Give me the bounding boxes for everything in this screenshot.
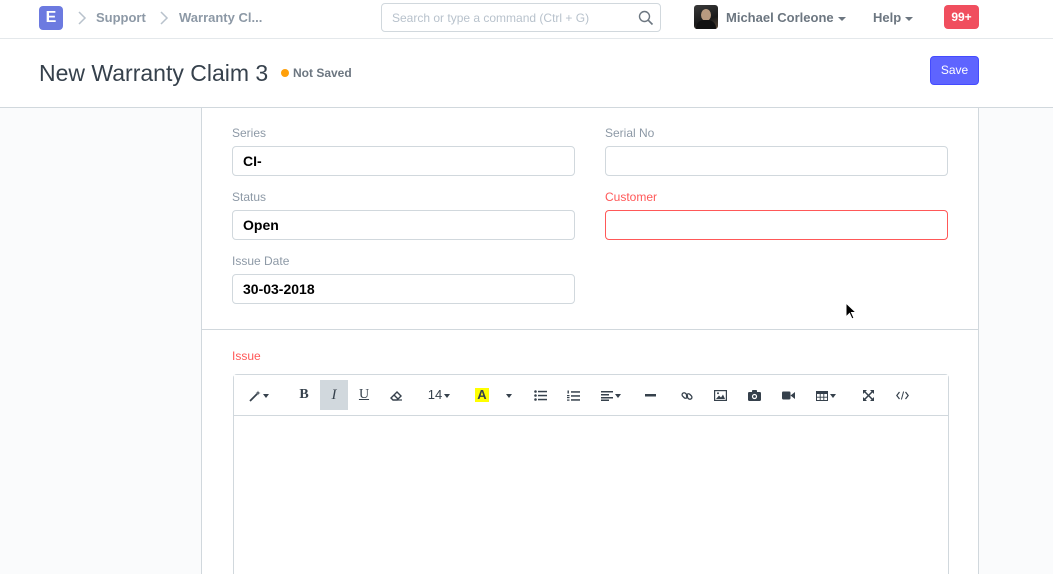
page-title: New Warranty Claim 3 (39, 60, 269, 86)
numbered-list-icon (566, 390, 580, 401)
bold-button[interactable]: B (290, 380, 318, 410)
caret-down-icon (830, 393, 836, 398)
save-button[interactable]: Save (930, 56, 979, 85)
page-head: New Warranty Claim 3 Not Saved Save (0, 39, 1053, 108)
series-field[interactable]: CI- (232, 146, 575, 176)
breadcrumb-support[interactable]: Support (96, 10, 146, 25)
user-name: Michael Corleone (726, 10, 834, 25)
caret-down-icon (905, 16, 914, 21)
search-icon[interactable] (638, 10, 654, 26)
magic-wand-icon (249, 390, 261, 402)
eraser-button[interactable] (382, 380, 410, 410)
video-camera-icon (781, 391, 795, 400)
editor-content-area[interactable] (234, 416, 948, 574)
status-select[interactable]: Open (232, 210, 575, 240)
font-size-button[interactable]: 14 (422, 380, 456, 410)
fullscreen-icon (862, 390, 874, 402)
help-menu[interactable]: Help (873, 10, 914, 25)
help-label: Help (873, 10, 902, 25)
status-label: Status (232, 190, 267, 204)
align-left-icon (601, 390, 613, 401)
image-button[interactable] (706, 380, 734, 410)
mouse-cursor-icon (845, 302, 857, 320)
section-divider (202, 329, 978, 330)
issue-date-field[interactable]: 30-03-2018 (232, 274, 575, 304)
customer-label: Customer (605, 190, 658, 204)
horizontal-rule-icon (644, 394, 656, 397)
table-icon (816, 390, 828, 401)
editor-toolbar: B I U 14 A (234, 375, 948, 416)
series-label: Series (232, 126, 267, 140)
italic-button[interactable]: I (320, 380, 348, 410)
issue-date-label: Issue Date (232, 254, 290, 268)
issue-editor[interactable]: B I U 14 A (233, 374, 949, 574)
serial-no-field[interactable] (605, 146, 948, 176)
text-color-button[interactable]: A (471, 380, 493, 410)
navbar: E Support Warranty Cl... Search or type … (0, 0, 1053, 39)
link-button[interactable] (673, 380, 701, 410)
underline-button[interactable]: U (350, 380, 378, 410)
chevron-right-icon (78, 11, 87, 25)
caret-down-icon (506, 393, 512, 398)
eraser-icon (389, 391, 402, 401)
link-icon (681, 391, 693, 400)
bullet-list-button[interactable] (526, 380, 554, 410)
issue-label: Issue (232, 349, 261, 363)
style-button[interactable] (242, 380, 276, 410)
video-button[interactable] (774, 380, 802, 410)
avatar[interactable] (694, 5, 718, 29)
code-view-button[interactable] (888, 380, 916, 410)
image-icon (713, 390, 727, 402)
chevron-right-icon (160, 11, 169, 25)
customer-field[interactable] (605, 210, 948, 240)
notifications-badge[interactable]: 99+ (944, 5, 979, 29)
fullscreen-button[interactable] (854, 380, 882, 410)
app-logo[interactable]: E (39, 6, 63, 30)
picture-button[interactable] (740, 380, 768, 410)
serial-no-label: Serial No (605, 126, 655, 140)
numbered-list-button[interactable] (559, 380, 587, 410)
caret-down-icon (263, 393, 269, 398)
search-placeholder: Search or type a command (Ctrl + G) (392, 11, 590, 25)
code-icon (895, 391, 909, 400)
font-size-value: 14 (427, 387, 443, 402)
status-indicator-dot (281, 69, 289, 77)
highlight-a-icon: A (475, 387, 489, 402)
caret-down-icon (615, 393, 621, 398)
status-badge: Not Saved (293, 66, 352, 80)
user-menu[interactable]: Michael Corleone (726, 10, 846, 25)
breadcrumb-warranty-claim[interactable]: Warranty Cl... (179, 10, 262, 25)
horizontal-rule-button[interactable] (636, 380, 664, 410)
form-card: Series CI- Serial No Status Open Custome… (201, 108, 979, 574)
table-button[interactable] (809, 380, 843, 410)
search-input[interactable]: Search or type a command (Ctrl + G) (381, 3, 661, 32)
caret-down-icon (444, 393, 451, 398)
align-button[interactable] (594, 380, 628, 410)
camera-icon (747, 390, 761, 402)
caret-down-icon (837, 16, 846, 21)
color-dropdown-button[interactable] (498, 380, 518, 410)
bullet-list-icon (533, 390, 547, 401)
